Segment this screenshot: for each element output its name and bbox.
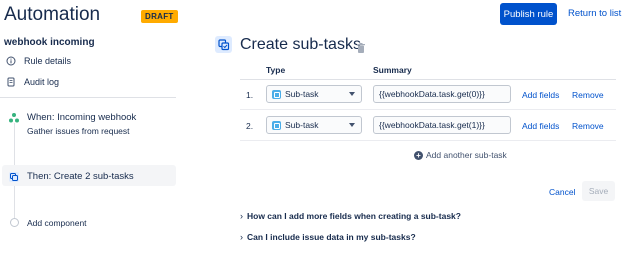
add-component-dot <box>10 218 19 227</box>
flow-connector <box>14 186 15 218</box>
add-another-label: Add another sub-task <box>426 150 507 160</box>
publish-rule-button[interactable]: Publish rule <box>500 3 557 25</box>
subtask-icon <box>8 170 20 182</box>
summary-input[interactable] <box>373 85 511 103</box>
trigger-title[interactable]: When: Incoming webhook <box>27 112 136 123</box>
panel-title: Create sub-tasks <box>240 36 361 53</box>
row-divider <box>240 140 616 141</box>
subtask-type-icon <box>272 120 281 130</box>
draft-badge: DRAFT <box>141 10 178 23</box>
chevron-down-icon <box>349 92 355 96</box>
sidebar-item-label: Audit log <box>24 77 60 87</box>
sidebar-divider <box>0 97 176 98</box>
remove-link[interactable]: Remove <box>572 90 604 100</box>
column-header-summary: Summary <box>373 65 412 75</box>
chevron-right-icon: › <box>240 211 243 221</box>
summary-input[interactable] <box>373 116 511 134</box>
type-select[interactable]: Sub-task <box>266 85 362 103</box>
table-header-divider <box>240 79 616 80</box>
remove-link[interactable]: Remove <box>572 121 604 131</box>
subtask-type-icon <box>272 89 281 99</box>
sidebar-item-rule-details[interactable]: Rule details <box>6 56 71 66</box>
faq-item[interactable]: › How can I add more fields when creatin… <box>240 211 461 221</box>
action-title[interactable]: Then: Create 2 sub-tasks <box>27 171 134 182</box>
type-select[interactable]: Sub-task <box>266 116 362 134</box>
trigger-subtitle: Gather issues from request <box>27 126 130 136</box>
add-component-link[interactable]: Add component <box>27 218 87 228</box>
faq-question: Can I include issue data in my sub-tasks… <box>247 232 416 242</box>
chevron-down-icon <box>349 123 355 127</box>
webhook-icon <box>8 111 20 123</box>
return-to-list-link[interactable]: Return to list <box>568 8 621 19</box>
save-button[interactable]: Save <box>582 181 615 201</box>
add-another-subtask-button[interactable]: + Add another sub-task <box>414 150 507 160</box>
sidebar-item-audit-log[interactable]: Audit log <box>6 77 59 87</box>
subtask-panel-icon <box>215 36 232 53</box>
row-divider <box>240 109 616 110</box>
rule-name: webhook incoming <box>4 37 95 48</box>
add-icon: + <box>414 150 423 160</box>
faq-question: How can I add more fields when creating … <box>247 211 461 221</box>
row-number: 1. <box>246 90 254 100</box>
flow-connector <box>14 123 15 167</box>
document-icon <box>6 77 16 87</box>
info-icon <box>6 56 16 66</box>
add-fields-link[interactable]: Add fields <box>522 90 559 100</box>
chevron-right-icon: › <box>240 232 243 242</box>
faq-item[interactable]: › Can I include issue data in my sub-tas… <box>240 232 416 242</box>
cancel-button[interactable]: Cancel <box>549 187 575 197</box>
add-fields-link[interactable]: Add fields <box>522 121 559 131</box>
sidebar-item-label: Rule details <box>24 56 72 66</box>
app-title: Automation <box>4 4 101 25</box>
column-header-type: Type <box>266 65 286 75</box>
row-number: 2. <box>246 121 254 131</box>
trash-icon[interactable] <box>357 40 365 53</box>
type-select-value: Sub-task <box>285 89 319 99</box>
type-select-value: Sub-task <box>285 120 319 130</box>
